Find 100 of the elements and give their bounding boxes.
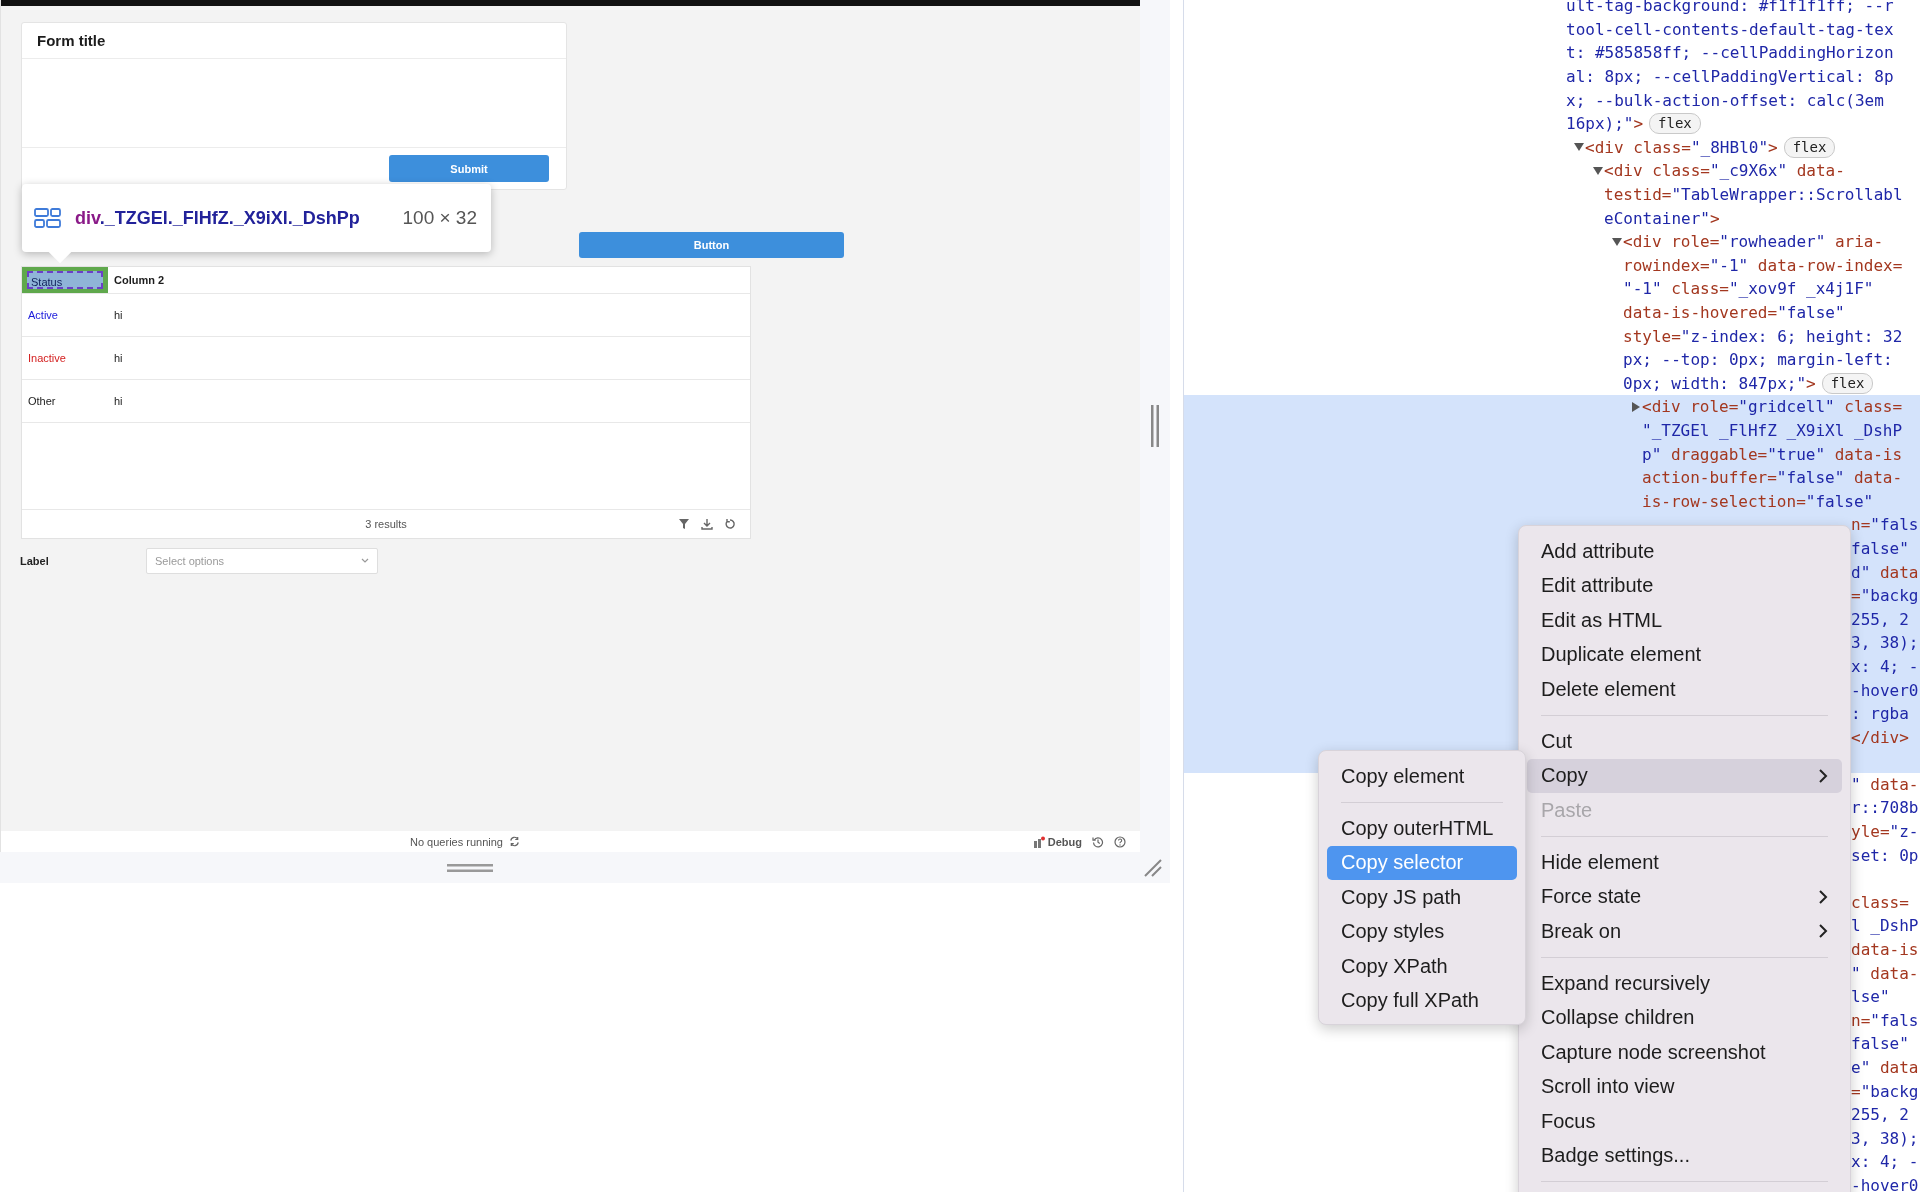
resize-corner-icon[interactable] bbox=[1143, 857, 1163, 878]
help-icon[interactable] bbox=[1114, 835, 1126, 848]
menu-item[interactable]: Copy XPath bbox=[1327, 949, 1517, 984]
filter-icon[interactable] bbox=[678, 518, 690, 530]
sync-icon[interactable] bbox=[508, 836, 520, 847]
code-line: " data- bbox=[1851, 963, 1919, 983]
menu-item[interactable]: Focus bbox=[1527, 1104, 1842, 1139]
code-line: <div role="gridcell" class= bbox=[1642, 397, 1903, 417]
code-line: ="backg bbox=[1851, 586, 1919, 606]
code-line: false" bbox=[1851, 538, 1909, 558]
menu-item[interactable]: Edit as HTML bbox=[1527, 603, 1842, 638]
table-cell-text: hi bbox=[113, 395, 123, 407]
menu-item[interactable]: Collapse children bbox=[1527, 1000, 1842, 1035]
menu-item[interactable]: Copy styles bbox=[1327, 914, 1517, 949]
code-line: p" draggable="true" data-is bbox=[1642, 444, 1903, 464]
menu-item[interactable]: Hide element bbox=[1527, 845, 1842, 880]
grid-icon bbox=[34, 208, 61, 228]
menu-item[interactable]: Duplicate element bbox=[1527, 637, 1842, 672]
disclosure-triangle-icon[interactable] bbox=[1631, 401, 1641, 412]
code-line: n="fals bbox=[1851, 515, 1919, 535]
code-line: </div> bbox=[1851, 727, 1909, 747]
menu-item[interactable]: Expand recursively bbox=[1527, 966, 1842, 1001]
menu-item[interactable]: Copy bbox=[1527, 758, 1842, 793]
disclosure-triangle-icon[interactable] bbox=[1612, 236, 1622, 247]
code-line: action-buffer="false" data- bbox=[1642, 468, 1903, 488]
menu-item[interactable]: Scroll into view bbox=[1527, 1069, 1842, 1104]
code-line: -hover0 bbox=[1851, 1176, 1919, 1192]
menu-item[interactable]: Delete element bbox=[1527, 672, 1842, 707]
resize-grip-icon[interactable] bbox=[1151, 405, 1159, 447]
code-line: <div class="_c9X6x" data- bbox=[1604, 161, 1845, 181]
code-line: <div class="_8HBl0"> bbox=[1585, 137, 1778, 157]
code-line: r::708b bbox=[1851, 798, 1919, 818]
code-line: px; --top: 0px; margin-left: bbox=[1623, 350, 1893, 370]
code-line: is-row-selection="false" bbox=[1642, 491, 1874, 511]
code-line: false" bbox=[1851, 1034, 1909, 1054]
menu-item[interactable]: Copy full XPath bbox=[1327, 983, 1517, 1018]
menu-item[interactable]: Add attribute bbox=[1527, 534, 1842, 569]
menu-item[interactable]: Copy element bbox=[1327, 759, 1517, 794]
code-line: 3, 38); bbox=[1851, 633, 1919, 653]
chevron-down-icon bbox=[361, 558, 369, 564]
column-header: Column 2 bbox=[113, 274, 165, 286]
field-label: Label bbox=[20, 555, 50, 567]
code-line: rowindex="-1" data-row-index= bbox=[1623, 255, 1903, 275]
code-line: class= bbox=[1851, 892, 1909, 912]
code-line: tool-cell-contents-default-tag-tex bbox=[1566, 19, 1894, 39]
flex-badge[interactable]: flex bbox=[1821, 372, 1874, 394]
code-line: 255, 2 bbox=[1851, 1105, 1909, 1125]
code-line: : rgba bbox=[1851, 704, 1909, 724]
code-line: ="backg bbox=[1851, 1081, 1919, 1101]
column-header: Status bbox=[27, 271, 103, 289]
menu-item[interactable]: Copy JS path bbox=[1327, 880, 1517, 915]
code-line: x: 4; - bbox=[1851, 1152, 1919, 1172]
code-line: set: 0p bbox=[1851, 845, 1919, 865]
code-line: testid="TableWrapper::Scrollabl bbox=[1604, 185, 1903, 205]
code-line: -hover0 bbox=[1851, 680, 1919, 700]
form-title: Form title bbox=[37, 32, 106, 49]
debug-button[interactable]: Debug bbox=[1032, 835, 1082, 848]
drag-handle-icon[interactable] bbox=[447, 863, 493, 872]
disclosure-triangle-icon[interactable] bbox=[1593, 165, 1603, 176]
code-line: n="fals bbox=[1851, 1010, 1919, 1030]
code-line: t: #585858ff; --cellPaddingHorizon bbox=[1566, 43, 1894, 63]
menu-item[interactable]: Capture node screenshot bbox=[1527, 1035, 1842, 1070]
menu-item[interactable]: Force state bbox=[1527, 879, 1842, 914]
refresh-icon[interactable] bbox=[724, 518, 736, 530]
status-cell-text: Active bbox=[27, 309, 59, 321]
disclosure-triangle-icon[interactable] bbox=[1574, 142, 1584, 153]
menu-item[interactable]: Copy outerHTML bbox=[1327, 811, 1517, 846]
table-cell-text: hi bbox=[113, 309, 123, 321]
code-line: data-is bbox=[1851, 940, 1919, 960]
code-line: x; --bulk-action-offset: calc(3em bbox=[1566, 90, 1884, 110]
menu-item[interactable]: Edit attribute bbox=[1527, 568, 1842, 603]
code-line: data-is-hovered="false" bbox=[1623, 303, 1845, 322]
code-line: 3, 38); bbox=[1851, 1128, 1919, 1148]
menu-item[interactable]: Badge settings... bbox=[1527, 1138, 1842, 1173]
status-message: No queries running bbox=[410, 835, 503, 848]
flex-badge[interactable]: flex bbox=[1649, 113, 1701, 135]
code-line: d" data bbox=[1851, 562, 1919, 582]
menu-item[interactable]: Break on bbox=[1527, 914, 1842, 949]
code-line: " data- bbox=[1851, 774, 1919, 794]
status-cell-text: Other bbox=[27, 395, 57, 407]
history-icon[interactable] bbox=[1092, 835, 1104, 848]
code-line: 255, 2 bbox=[1851, 609, 1909, 629]
chart-icon bbox=[1032, 835, 1045, 848]
code-line: "-1" class="_xov9f _x4j1F" bbox=[1623, 279, 1874, 299]
code-line: e" data bbox=[1851, 1058, 1919, 1077]
table-cell-text: hi bbox=[113, 352, 123, 364]
code-line: <div role="rowheader" aria- bbox=[1623, 232, 1884, 252]
code-line: eContainer"> bbox=[1604, 208, 1720, 228]
code-line: style="z-index: 6; height: 32 bbox=[1623, 326, 1903, 346]
code-line: "_TZGEl _FlHfZ _X9iXl _DshP bbox=[1642, 421, 1903, 440]
code-line: 0px; width: 847px;"> bbox=[1623, 373, 1816, 393]
code-line: yle="z- bbox=[1851, 822, 1919, 842]
flex-badge[interactable]: flex bbox=[1783, 136, 1836, 158]
element-size: 100 × 32 bbox=[402, 207, 477, 229]
code-line: x: 4; - bbox=[1851, 656, 1919, 676]
menu-item[interactable]: Cut bbox=[1527, 724, 1842, 759]
code-line: 16px);"> bbox=[1566, 114, 1644, 134]
code-line: al: 8px; --cellPaddingVertical: 8p bbox=[1566, 67, 1894, 87]
download-icon[interactable] bbox=[701, 518, 713, 530]
code-line: l _DshP bbox=[1851, 916, 1919, 936]
